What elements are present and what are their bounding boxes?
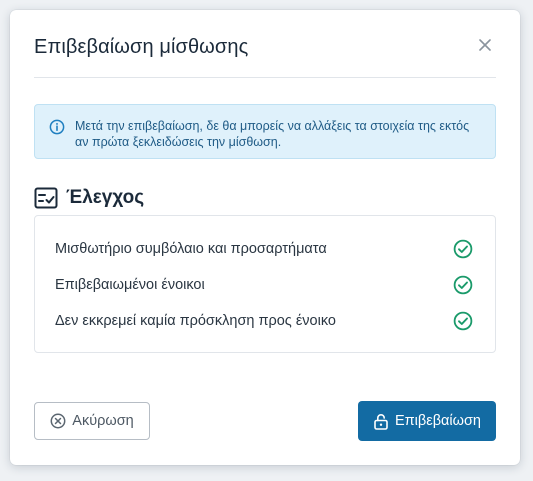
list-item: Δεν εκκρεμεί καμία πρόσκληση προς ένοικο — [55, 310, 473, 332]
check-circle-icon — [453, 311, 473, 331]
close-icon — [479, 39, 491, 51]
modal-title: Επιβεβαίωση μίσθωσης — [34, 36, 249, 58]
confirm-lease-modal: Επιβεβαίωση μίσθωσης Μετά την επιβεβαίωσ… — [10, 10, 520, 465]
list-item: Μισθωτήριο συμβόλαιο και προσαρτήματα — [55, 238, 473, 260]
x-circle-icon — [50, 413, 66, 429]
checklist-icon — [34, 187, 58, 209]
close-button[interactable] — [474, 34, 496, 56]
cancel-button[interactable]: Ακύρωση — [34, 402, 150, 440]
checklist-item-label: Επιβεβαιωμένοι ένοικοι — [55, 277, 205, 293]
modal-header: Επιβεβαίωση μίσθωσης — [34, 10, 496, 78]
confirm-button-label: Επιβεβαίωση — [395, 413, 481, 429]
checklist-header: Έλεγχος — [34, 186, 144, 210]
info-alert: Μετά την επιβεβαίωση, δε θα μπορείς να α… — [34, 104, 496, 159]
unlock-icon — [374, 413, 388, 430]
check-circle-icon — [453, 239, 473, 259]
confirm-button[interactable]: Επιβεβαίωση — [358, 401, 496, 441]
checklist-title: Έλεγχος — [66, 187, 145, 208]
checklist-box: Μισθωτήριο συμβόλαιο και προσαρτήματα Επ… — [34, 215, 496, 353]
list-item: Επιβεβαιωμένοι ένοικοι — [55, 274, 473, 296]
check-circle-icon — [453, 275, 473, 295]
info-circle-icon — [49, 119, 65, 135]
info-text: Μετά την επιβεβαίωση, δε θα μπορείς να α… — [75, 119, 470, 149]
checklist-item-label: Δεν εκκρεμεί καμία πρόσκληση προς ένοικο — [55, 313, 336, 329]
cancel-button-label: Ακύρωση — [72, 413, 134, 429]
checklist-item-label: Μισθωτήριο συμβόλαιο και προσαρτήματα — [55, 241, 327, 257]
